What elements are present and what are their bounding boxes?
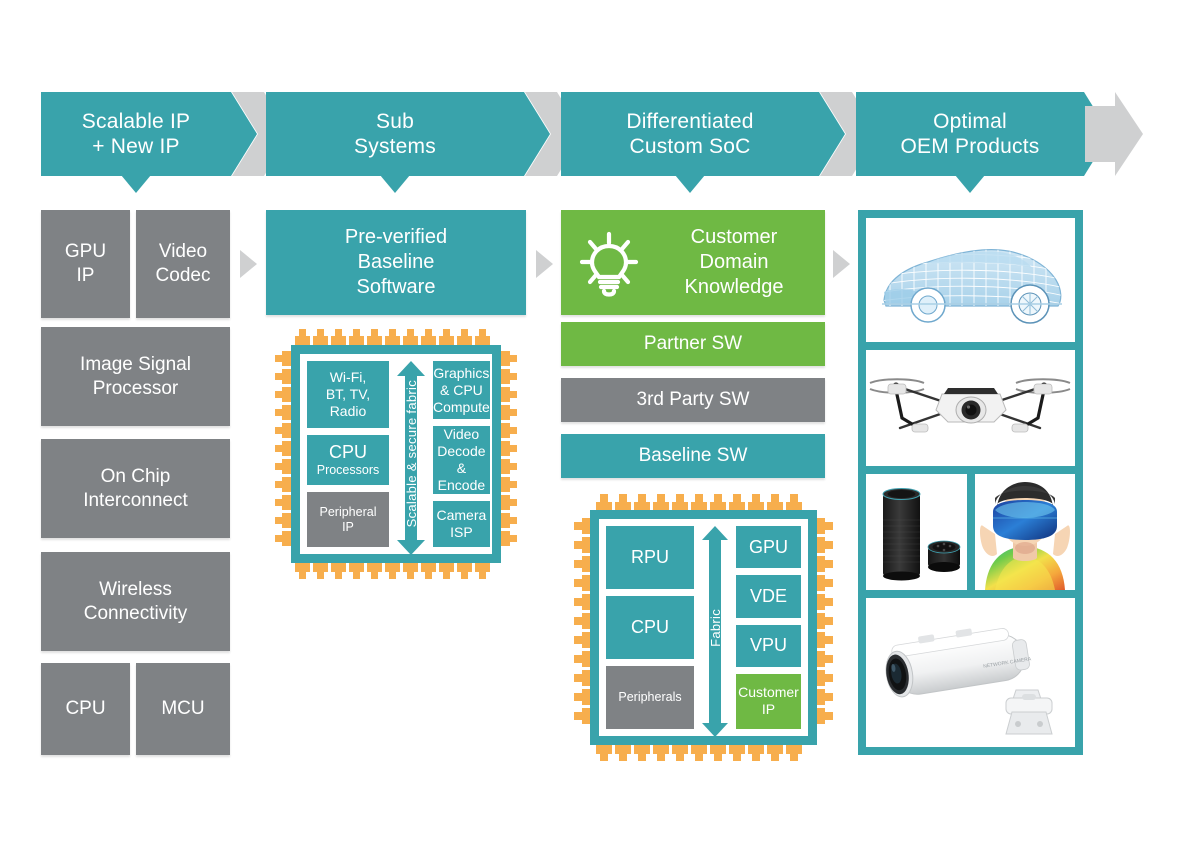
- block-baseline-sw-label: Baseline SW: [638, 445, 748, 466]
- block-baseline-sw: Baseline SW: [561, 434, 825, 478]
- header-notch: [380, 175, 410, 193]
- chip-body: Wi-Fi, BT, TV, Radio CPU Processors Peri…: [291, 345, 501, 563]
- chip-body: RPU CPU Peripherals Fabric GPU VDE VPU C…: [590, 510, 817, 745]
- block-video-codec: Video Codec: [136, 210, 230, 318]
- chip-cell-peripherals-label: Peripherals: [618, 690, 682, 704]
- chip-fabric-arrow: Fabric: [701, 526, 729, 737]
- chip-diagram-custom-soc: RPU CPU Peripherals Fabric GPU VDE VPU C…: [570, 490, 837, 765]
- block-wireless-connectivity: Wireless Connectivity: [41, 552, 230, 651]
- block-image-signal-processor: Image Signal Processor: [41, 327, 230, 426]
- chevron-end-icon: [1085, 92, 1143, 176]
- product-image-smart-speaker: [866, 474, 967, 590]
- chip-cell-vpu: VPU: [736, 624, 801, 667]
- block-wireless-connectivity-label: Wireless Connectivity: [83, 578, 188, 624]
- block-3rd-party-sw: 3rd Party SW: [561, 378, 825, 422]
- chip-cell-wifi-bt-tv-radio-label: Wi-Fi, BT, TV, Radio: [325, 369, 371, 420]
- product-gallery-panel: NETWORK CAMERA: [858, 210, 1083, 755]
- header-differentiated-custom-soc: Differentiated Custom SoC: [561, 92, 845, 193]
- header-notch: [121, 175, 151, 193]
- chip-cell-wifi-bt-tv-radio: Wi-Fi, BT, TV, Radio: [307, 361, 389, 429]
- block-mcu-label: MCU: [161, 698, 205, 719]
- chip-cell-customer-ip: Customer IP: [736, 673, 801, 729]
- block-gpu-ip: GPU IP: [41, 210, 130, 318]
- chip-cell-cpu-processors: CPU Processors: [307, 435, 389, 486]
- chip-cell-cpu-label: CPU: [630, 617, 669, 637]
- chip-cell-cpu-sublabel: Processors: [316, 463, 380, 478]
- block-3rd-party-sw-label: 3rd Party SW: [636, 389, 750, 410]
- chip-cell-peripheral-ip-label: Peripheral IP: [319, 504, 377, 534]
- block-cpu: CPU: [41, 663, 130, 755]
- chip-cell-camera-isp: Camera ISP: [433, 501, 490, 547]
- chip-cell-cpu: CPU: [606, 596, 694, 659]
- header-optimal-oem-products: Optimal OEM Products: [856, 92, 1110, 193]
- chip-fabric-label: Scalable & secure fabric: [403, 380, 419, 528]
- chip-left-column: RPU CPU Peripherals: [606, 526, 694, 729]
- product-image-vr-headset: [975, 474, 1075, 590]
- block-customer-domain-knowledge: Customer Domain Knowledge: [561, 210, 825, 315]
- block-mcu: MCU: [136, 663, 230, 755]
- chip-cell-video-decode-encode: Video Decode & Encode: [433, 426, 490, 495]
- block-pre-verified-baseline-software: Pre-verified Baseline Software: [266, 210, 526, 315]
- chip-fabric-label: Fabric: [707, 608, 723, 647]
- header-optimal-oem-products-label: Optimal OEM Products: [900, 110, 1040, 158]
- chip-cell-camera-isp-label: Camera ISP: [436, 507, 487, 541]
- product-image-security-camera: NETWORK CAMERA: [866, 598, 1075, 747]
- chip-cell-customer-ip-label: Customer IP: [738, 684, 799, 718]
- block-gpu-ip-label: GPU IP: [64, 241, 107, 286]
- header-sub-systems: Sub Systems: [266, 92, 550, 193]
- block-partner-sw: Partner SW: [561, 322, 825, 366]
- header-scalable-ip: Scalable IP + New IP: [41, 92, 257, 193]
- chip-cell-peripherals: Peripherals: [606, 666, 694, 729]
- chip-cell-gpu-label: GPU: [748, 536, 788, 557]
- header-scalable-ip-label: Scalable IP + New IP: [81, 110, 191, 158]
- chip-inner: Wi-Fi, BT, TV, Radio CPU Processors Peri…: [300, 354, 492, 555]
- block-on-chip-interconnect-label: On Chip Interconnect: [83, 465, 188, 511]
- block-video-codec-label: Video Codec: [155, 241, 211, 286]
- chip-left-column: Wi-Fi, BT, TV, Radio CPU Processors Peri…: [307, 361, 389, 547]
- chip-cell-cpu-label: CPU: [328, 442, 367, 463]
- flow-arrow-1-icon: [240, 250, 257, 278]
- chip-cell-video-decode-encode-label: Video Decode & Encode: [437, 426, 486, 494]
- block-on-chip-interconnect: On Chip Interconnect: [41, 439, 230, 538]
- block-customer-domain-knowledge-label: Customer Domain Knowledge: [684, 226, 784, 298]
- chip-right-column: GPU VDE VPU Customer IP: [736, 526, 801, 729]
- lightbulb-icon: [575, 229, 643, 297]
- chip-inner: RPU CPU Peripherals Fabric GPU VDE VPU C…: [599, 519, 808, 737]
- product-image-car-wireframe: [866, 218, 1075, 342]
- header-differentiated-custom-soc-label: Differentiated Custom SoC: [626, 110, 754, 158]
- block-partner-sw-label: Partner SW: [643, 333, 743, 354]
- chip-fabric-arrow: Scalable & secure fabric: [396, 361, 426, 555]
- chip-right-column: Graphics & CPU Compute Video Decode & En…: [433, 361, 490, 547]
- block-cpu-label: CPU: [65, 698, 106, 719]
- chip-cell-rpu-label: RPU: [630, 547, 669, 567]
- chip-cell-graphics-cpu-compute-label: Graphics & CPU Compute: [433, 364, 490, 415]
- header-notch: [675, 175, 705, 193]
- chip-cell-gpu: GPU: [736, 526, 801, 569]
- diagram-canvas: Scalable IP + New IP Sub Systems Differe…: [0, 0, 1200, 849]
- chip-cell-rpu: RPU: [606, 526, 694, 589]
- block-image-signal-processor-label: Image Signal Processor: [80, 353, 191, 399]
- flow-arrow-3-icon: [833, 250, 850, 278]
- chip-cell-vde: VDE: [736, 575, 801, 618]
- chip-cell-vpu-label: VPU: [749, 635, 787, 656]
- header-notch: [955, 175, 985, 193]
- block-pre-verified-baseline-software-label: Pre-verified Baseline Software: [344, 226, 448, 298]
- flow-arrow-2-icon: [536, 250, 553, 278]
- chip-cell-graphics-cpu-compute: Graphics & CPU Compute: [433, 361, 490, 420]
- header-sub-systems-label: Sub Systems: [354, 110, 436, 158]
- product-image-drone: [866, 350, 1075, 466]
- chip-diagram-subsystems: Wi-Fi, BT, TV, Radio CPU Processors Peri…: [271, 325, 521, 583]
- chip-cell-peripheral-ip: Peripheral IP: [307, 492, 389, 547]
- chip-cell-vde-label: VDE: [749, 585, 787, 606]
